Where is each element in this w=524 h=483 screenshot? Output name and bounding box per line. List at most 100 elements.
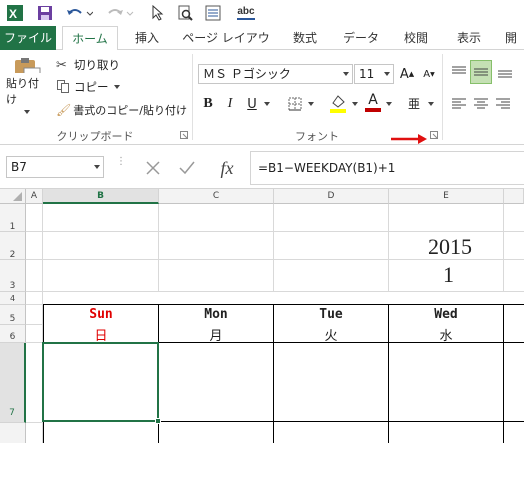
column-header-a[interactable]: A [26, 189, 43, 204]
column-header-c[interactable]: C [159, 189, 274, 204]
row-header-1[interactable]: 1 [0, 204, 26, 232]
grid-line [26, 304, 43, 305]
day-jp-tue[interactable]: 火 [274, 325, 388, 344]
chevron-down-icon [24, 110, 30, 114]
underline-button[interactable]: U [244, 94, 260, 114]
scissors-icon: ✂ [56, 57, 67, 73]
name-box[interactable]: B7 [6, 156, 104, 178]
align-bottom-icon[interactable] [496, 62, 514, 82]
group-separator [442, 54, 443, 140]
cancel-icon[interactable] [142, 157, 164, 179]
font-color-swatch [365, 108, 381, 112]
borders-icon[interactable] [286, 94, 304, 114]
paste-button[interactable]: 貼り付け [6, 56, 48, 114]
day-en-tue[interactable]: Tue [274, 307, 388, 322]
day-en-wed[interactable]: Wed [389, 307, 503, 322]
grid-line [26, 324, 43, 325]
font-size-select[interactable]: 11 [354, 64, 394, 84]
chevron-down-icon[interactable] [262, 94, 272, 114]
formula-value: =B1−WEEKDAY(B1)+1 [258, 161, 396, 175]
column-header-e[interactable]: E [389, 189, 504, 204]
tab-review[interactable]: 校閲 [394, 26, 438, 50]
tab-developer[interactable]: 開 [498, 26, 524, 50]
row-header-4[interactable]: 4 [0, 292, 26, 305]
svg-text:X: X [9, 7, 17, 21]
shrink-font-button[interactable]: A ▼ [420, 64, 438, 84]
fill-handle[interactable] [155, 418, 161, 424]
form-icon[interactable] [204, 3, 222, 23]
align-right-icon[interactable] [494, 94, 512, 114]
cut-button[interactable]: ✂ 切り取り [56, 56, 156, 74]
column-header-d[interactable]: D [274, 189, 389, 204]
align-top-icon[interactable] [450, 62, 468, 82]
formula-input[interactable]: =B1−WEEKDAY(B1)+1 [250, 151, 524, 185]
grid-line [158, 204, 159, 292]
format-painter-button[interactable]: 🖌 書式のコピー/貼り付け [56, 101, 187, 119]
column-header-b[interactable]: B [43, 189, 159, 204]
italic-button[interactable]: I [222, 94, 238, 114]
print-preview-icon[interactable] [176, 3, 194, 23]
grid-line [273, 204, 274, 292]
font-color-label: A [368, 92, 378, 108]
day-en-mon[interactable]: Mon [159, 307, 273, 322]
splitter-handle[interactable]: ⋮ [116, 157, 126, 177]
row-header-5[interactable]: 5 [0, 305, 26, 325]
format-painter-label: 書式のコピー/貼り付け [73, 104, 187, 117]
undo-icon[interactable] [64, 3, 94, 23]
column-header-f[interactable] [504, 189, 524, 204]
chevron-down-icon[interactable] [350, 94, 360, 114]
copy-button[interactable]: コピー [56, 78, 156, 96]
dialog-launcher-icon[interactable] [180, 131, 188, 139]
row-header-2[interactable]: 2 [0, 232, 26, 260]
select-all-corner[interactable] [0, 189, 26, 204]
chevron-down-icon[interactable] [306, 94, 316, 114]
font-name-value: ＭＳ Ｐゴシック [203, 67, 291, 81]
row-header-7[interactable]: 7 [0, 343, 26, 423]
day-jp-wed[interactable]: 水 [389, 325, 503, 344]
fill-color-icon[interactable] [328, 92, 348, 114]
tab-home[interactable]: ホーム [62, 26, 118, 51]
tab-data[interactable]: データ [336, 26, 386, 50]
selected-cell-b7[interactable] [42, 342, 159, 422]
phonetic-guide-button[interactable]: 亜 [404, 92, 424, 114]
tab-insert[interactable]: 挿入 [122, 26, 172, 50]
font-dialog-launcher-icon[interactable] [430, 131, 438, 139]
quick-access-toolbar: X abc [0, 0, 524, 26]
chevron-down-icon [343, 72, 349, 76]
spelling-button[interactable]: abc [234, 3, 258, 23]
save-icon[interactable] [36, 3, 54, 23]
grow-font-button[interactable]: A ▲ [398, 64, 416, 84]
excel-logo-icon[interactable]: X [6, 3, 24, 23]
pointer-icon[interactable] [148, 3, 166, 23]
day-en-sun[interactable]: Sun [44, 307, 158, 322]
formula-bar: B7 ⋮ fx =B1−WEEKDAY(B1)+1 [0, 145, 524, 189]
day-jp-mon[interactable]: 月 [159, 325, 273, 344]
chevron-down-icon [94, 165, 100, 169]
align-center-icon[interactable] [472, 94, 490, 114]
chevron-down-icon[interactable] [384, 94, 394, 114]
bold-button[interactable]: B [200, 94, 216, 114]
row-header-6[interactable]: 6 [0, 325, 26, 343]
tab-file[interactable]: ファイル [0, 26, 56, 50]
grow-font-label: A [399, 66, 409, 82]
year-cell[interactable]: 2015 [389, 233, 503, 259]
tab-formulas[interactable]: 数式 [282, 26, 328, 50]
insert-function-button[interactable]: fx [212, 155, 242, 181]
enter-icon[interactable] [176, 157, 198, 179]
tab-view[interactable]: 表示 [446, 26, 492, 50]
align-left-icon[interactable] [450, 94, 468, 114]
font-size-value: 11 [359, 67, 375, 81]
font-name-select[interactable]: ＭＳ Ｐゴシック [198, 64, 353, 84]
font-color-button[interactable]: A [364, 90, 382, 114]
align-middle-icon[interactable] [470, 60, 492, 84]
redo-icon[interactable] [106, 3, 136, 23]
month-cell[interactable]: 1 [389, 261, 503, 289]
row-header-8[interactable] [0, 423, 26, 443]
worksheet-grid[interactable]: A B C D E 1 2 3 4 5 6 7 2015 1 Sun 日 Mon… [0, 189, 524, 443]
spelling-label: abc [237, 6, 255, 20]
row-header-3[interactable]: 3 [0, 260, 26, 292]
chevron-down-icon[interactable] [426, 94, 436, 114]
red-arrow-icon [391, 134, 427, 144]
tab-page-layout[interactable]: ページ レイアウト [178, 26, 274, 69]
paste-label: 貼り付け [6, 77, 39, 106]
